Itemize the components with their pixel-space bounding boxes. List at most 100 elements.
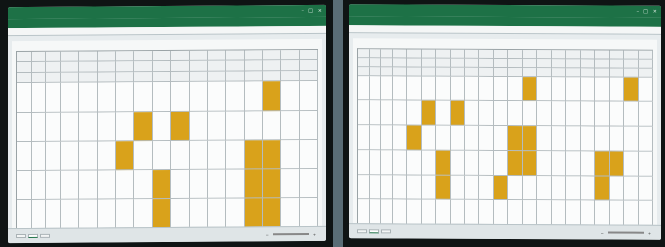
close-icon[interactable]: ×: [318, 5, 322, 17]
table-cell[interactable]: [493, 200, 509, 226]
table-cell[interactable]: [97, 111, 117, 142]
table-cell[interactable]: [537, 76, 552, 102]
header-cell[interactable]: [171, 61, 190, 72]
table-cell[interactable]: [152, 140, 172, 170]
table-cell[interactable]: [381, 100, 393, 126]
table-cell[interactable]: [358, 125, 370, 151]
header-cell[interactable]: [226, 50, 245, 62]
header-cell[interactable]: [61, 51, 80, 63]
header-cell[interactable]: [171, 71, 190, 83]
table-cell[interactable]: [392, 199, 408, 225]
table-cell[interactable]: [244, 110, 263, 141]
table-cell[interactable]: [116, 111, 135, 142]
table-cell[interactable]: [369, 75, 382, 101]
table-cell[interactable]: [465, 175, 480, 201]
table-cell[interactable]: [407, 100, 422, 126]
table-cell[interactable]: [134, 140, 153, 170]
header-cell[interactable]: [134, 61, 153, 73]
table-cell[interactable]: [392, 100, 408, 126]
table-cell[interactable]: [381, 150, 393, 175]
table-cell[interactable]: [61, 141, 80, 171]
table-cell[interactable]: [508, 101, 523, 127]
header-cell[interactable]: [31, 72, 47, 84]
table-cell[interactable]: [566, 200, 581, 226]
table-cell[interactable]: [436, 101, 451, 126]
table-cell[interactable]: [609, 101, 625, 127]
highlighted-cell[interactable]: [595, 151, 610, 177]
header-cell[interactable]: [580, 50, 596, 60]
table-cell[interactable]: [207, 111, 227, 141]
table-cell[interactable]: [369, 125, 382, 151]
table-cell[interactable]: [407, 199, 422, 225]
table-cell[interactable]: [97, 170, 117, 200]
header-cell[interactable]: [116, 61, 135, 73]
table-cell[interactable]: [436, 125, 451, 151]
highlighted-cell[interactable]: [493, 175, 509, 201]
table-cell[interactable]: [79, 112, 98, 142]
header-cell[interactable]: [595, 50, 610, 60]
header-cell[interactable]: [79, 72, 98, 84]
header-cell[interactable]: [450, 58, 465, 68]
header-cell[interactable]: [244, 60, 263, 72]
header-cell[interactable]: [262, 71, 282, 82]
highlighted-cell[interactable]: [171, 111, 190, 141]
table-cell[interactable]: [421, 199, 437, 225]
table-cell[interactable]: [566, 101, 581, 127]
table-cell[interactable]: [580, 101, 596, 127]
table-cell[interactable]: [465, 150, 480, 176]
table-cell[interactable]: [358, 199, 370, 225]
table-cell[interactable]: [479, 125, 494, 151]
header-cell[interactable]: [299, 49, 318, 61]
highlighted-cell[interactable]: [436, 175, 451, 200]
close-icon[interactable]: ×: [653, 6, 657, 18]
table-cell[interactable]: [450, 175, 465, 201]
header-cell[interactable]: [369, 67, 382, 77]
table-cell[interactable]: [281, 197, 300, 228]
table-cell[interactable]: [609, 77, 625, 103]
highlighted-cell[interactable]: [262, 168, 282, 199]
header-cell[interactable]: [31, 62, 47, 73]
table-cell[interactable]: [281, 110, 300, 140]
table-cell[interactable]: [436, 76, 451, 102]
header-cell[interactable]: [421, 58, 437, 68]
header-cell[interactable]: [522, 58, 538, 68]
header-cell[interactable]: [61, 72, 80, 84]
table-cell[interactable]: [522, 101, 538, 127]
table-cell[interactable]: [624, 200, 639, 226]
header-cell[interactable]: [595, 59, 610, 69]
table-cell[interactable]: [537, 126, 552, 152]
table-cell[interactable]: [595, 77, 610, 102]
table-cell[interactable]: [381, 174, 393, 200]
highlighted-cell[interactable]: [522, 126, 538, 152]
table-cell[interactable]: [537, 151, 552, 176]
table-cell[interactable]: [479, 200, 494, 225]
highlighted-cell[interactable]: [152, 198, 172, 229]
header-cell[interactable]: [407, 58, 422, 68]
table-cell[interactable]: [392, 125, 408, 151]
table-cell[interactable]: [638, 102, 653, 127]
table-cell[interactable]: [299, 139, 318, 169]
table-cell[interactable]: [369, 100, 382, 126]
maximize-icon[interactable]: □: [643, 6, 648, 18]
header-cell[interactable]: [609, 50, 625, 60]
header-cell[interactable]: [407, 67, 422, 77]
table-cell[interactable]: [566, 126, 581, 152]
header-cell[interactable]: [392, 49, 408, 59]
highlighted-cell[interactable]: [436, 150, 451, 176]
highlighted-cell[interactable]: [152, 169, 172, 199]
table-cell[interactable]: [551, 101, 567, 127]
header-cell[interactable]: [566, 68, 581, 78]
header-cell[interactable]: [46, 62, 62, 73]
table-cell[interactable]: [407, 150, 422, 176]
header-cell[interactable]: [609, 68, 625, 78]
highlighted-cell[interactable]: [262, 139, 282, 170]
table-cell[interactable]: [465, 200, 480, 225]
header-cell[interactable]: [46, 72, 62, 84]
header-cell[interactable]: [171, 50, 190, 62]
table-cell[interactable]: [493, 126, 509, 151]
table-cell[interactable]: [61, 199, 80, 229]
table-cell[interactable]: [79, 82, 98, 113]
table-cell[interactable]: [493, 101, 509, 127]
maximize-icon[interactable]: □: [308, 5, 313, 17]
table-cell[interactable]: [609, 126, 625, 152]
